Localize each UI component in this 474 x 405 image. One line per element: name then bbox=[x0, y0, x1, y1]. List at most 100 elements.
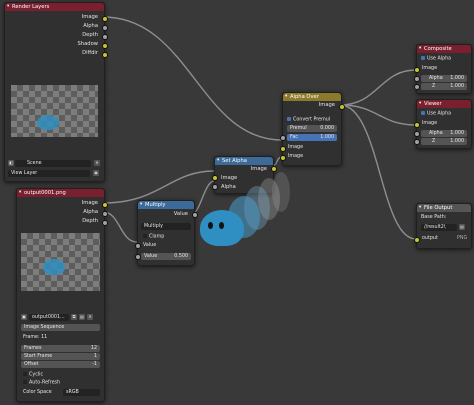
socket-out-alpha[interactable] bbox=[102, 25, 108, 31]
render-layers-node[interactable]: ▾ Render Layers Image Alpha Depth Shadow… bbox=[4, 2, 108, 182]
view-layer-field[interactable]: View Layer bbox=[8, 170, 90, 177]
base-path-field[interactable]: //result2\ bbox=[421, 224, 457, 231]
viewer-node[interactable]: ▾ Viewer Use Alpha Image Alpha 1.000 Z 1… bbox=[414, 99, 472, 149]
image-node[interactable]: ▾ output0001.png Image Alpha Depth ▣ out… bbox=[16, 188, 108, 402]
auto-refresh-checkbox[interactable]: Auto-Refresh bbox=[23, 380, 60, 386]
socket-out-image[interactable] bbox=[339, 104, 345, 110]
collapse-arrow-icon[interactable]: ▾ bbox=[19, 189, 21, 197]
output-image: Image bbox=[81, 200, 98, 206]
color-space-select[interactable]: sRGB bbox=[63, 389, 100, 396]
frames-field[interactable]: Frames 12 bbox=[21, 345, 100, 352]
image-browse-icon[interactable]: ▣ bbox=[21, 314, 27, 320]
collapse-arrow-icon[interactable]: ▾ bbox=[217, 157, 219, 165]
socket-in-alpha[interactable] bbox=[414, 76, 420, 82]
frames-value: 12 bbox=[90, 346, 97, 351]
image-node-title: output0001.png bbox=[24, 190, 66, 196]
clamp-check-icon[interactable] bbox=[143, 234, 147, 238]
file-output-header[interactable]: ▾ File Output bbox=[417, 204, 471, 212]
alpha-over-input-image-1: Image bbox=[288, 145, 304, 150]
file-output-node[interactable]: ▾ File Output Base Path: //result2\ ▤ ou… bbox=[414, 203, 472, 249]
socket-out-depth[interactable] bbox=[102, 220, 108, 226]
multiply-node[interactable]: ▾ Multiply Value Multiply Clamp Value Va… bbox=[135, 200, 198, 266]
collapse-arrow-icon[interactable]: ▾ bbox=[7, 3, 9, 11]
premul-field[interactable]: Premul 0.000 bbox=[287, 125, 337, 132]
multiply-value-field[interactable]: Value 0.500 bbox=[141, 253, 191, 260]
viewer-alpha-field[interactable]: Alpha 1.000 bbox=[421, 130, 467, 137]
cyclic-checkbox[interactable]: Cyclic bbox=[23, 372, 43, 378]
scene-field[interactable]: Scene bbox=[15, 160, 91, 167]
socket-out-depth[interactable] bbox=[102, 34, 108, 40]
link-alphaover-fileoutput bbox=[339, 104, 417, 240]
composite-use-alpha[interactable]: Use Alpha bbox=[421, 56, 451, 62]
socket-in-value[interactable] bbox=[135, 243, 141, 249]
image-source-select[interactable]: Image Sequence bbox=[21, 324, 100, 331]
image-remove-icon[interactable]: ✕ bbox=[87, 314, 93, 320]
composite-node[interactable]: ▾ Composite Use Alpha Image Alpha 1.000 … bbox=[414, 44, 472, 94]
start-frame-label: Start Frame bbox=[24, 354, 53, 359]
viewer-alpha-value: 1.000 bbox=[450, 131, 464, 136]
socket-in-fac[interactable] bbox=[280, 135, 286, 141]
collapse-arrow-icon[interactable]: ▾ bbox=[140, 201, 142, 209]
use-alpha-label: Use Alpha bbox=[427, 111, 452, 117]
collapse-arrow-icon[interactable]: ▾ bbox=[419, 45, 421, 53]
slime-eye-left bbox=[208, 222, 213, 229]
collapse-arrow-icon[interactable]: ▾ bbox=[419, 204, 421, 212]
socket-out-alpha[interactable] bbox=[102, 211, 108, 217]
render-icon[interactable]: ◉ bbox=[93, 170, 99, 176]
socket-in-alpha[interactable] bbox=[414, 131, 420, 137]
socket-in-image[interactable] bbox=[414, 122, 420, 128]
socket-out-diffdir[interactable] bbox=[102, 52, 108, 58]
convert-premul-checkbox[interactable]: Convert Premul bbox=[287, 117, 330, 123]
render-layers-header[interactable]: ▾ Render Layers bbox=[5, 3, 104, 11]
start-frame-field[interactable]: Start Frame 1 bbox=[21, 353, 100, 360]
composite-header[interactable]: ▾ Composite bbox=[417, 45, 471, 53]
socket-out-image[interactable] bbox=[102, 202, 108, 208]
image-node-header[interactable]: ▾ output0001.png bbox=[17, 189, 104, 197]
socket-in-image[interactable] bbox=[414, 67, 420, 73]
use-alpha-check-icon[interactable] bbox=[421, 111, 425, 115]
alpha-over-node[interactable]: ▾ Alpha Over Image Convert Premul Premul… bbox=[280, 92, 345, 166]
folder-icon[interactable]: ▤ bbox=[459, 224, 465, 230]
socket-in-image-2[interactable] bbox=[280, 155, 286, 161]
collapse-arrow-icon[interactable]: ▾ bbox=[285, 93, 287, 101]
cyclic-check-icon[interactable] bbox=[23, 372, 27, 376]
convert-premul-check-icon[interactable] bbox=[287, 117, 291, 121]
offset-field[interactable]: Offset -1 bbox=[21, 361, 100, 368]
fac-value: 1.000 bbox=[320, 135, 334, 140]
socket-out-shadow[interactable] bbox=[102, 43, 108, 49]
socket-in-z[interactable] bbox=[414, 139, 420, 145]
viewer-z-field[interactable]: Z 1.000 bbox=[421, 138, 467, 145]
premul-label: Premul bbox=[290, 126, 307, 131]
image-folder-icon[interactable]: ▤ bbox=[79, 314, 85, 320]
multiply-header[interactable]: ▾ Multiply bbox=[138, 201, 194, 209]
fac-field[interactable]: Fac 1.000 bbox=[287, 134, 337, 141]
collapse-arrow-icon[interactable]: ▾ bbox=[419, 100, 421, 108]
math-operation-select[interactable]: Multiply bbox=[141, 223, 191, 230]
socket-in-image-1[interactable] bbox=[280, 146, 286, 152]
image-file-field[interactable]: output0001... bbox=[29, 314, 69, 321]
socket-in-z[interactable] bbox=[414, 84, 420, 90]
socket-in-output[interactable] bbox=[414, 237, 420, 243]
image-copy-icon[interactable]: ⧉ bbox=[71, 314, 77, 320]
link-alpha-multiply bbox=[102, 211, 138, 243]
use-alpha-check-icon[interactable] bbox=[421, 56, 425, 60]
composite-z-field[interactable]: Z 1.000 bbox=[421, 83, 467, 90]
viewer-use-alpha[interactable]: Use Alpha bbox=[421, 111, 451, 117]
render-preview bbox=[11, 85, 98, 137]
viewer-header[interactable]: ▾ Viewer bbox=[417, 100, 471, 108]
output-image: Image bbox=[81, 14, 98, 20]
socket-in-value-2[interactable] bbox=[135, 254, 141, 260]
start-frame-value: 1 bbox=[93, 354, 97, 359]
output-alpha: Alpha bbox=[83, 209, 98, 215]
set-alpha-header[interactable]: ▾ Set Alpha bbox=[215, 157, 273, 165]
clamp-checkbox[interactable]: Clamp bbox=[143, 234, 164, 240]
composite-alpha-field[interactable]: Alpha 1.000 bbox=[421, 75, 467, 82]
set-alpha-title: Set Alpha bbox=[222, 158, 247, 164]
scene-remove-icon[interactable]: ✕ bbox=[94, 160, 100, 166]
alpha-over-input-image-2: Image bbox=[288, 154, 304, 159]
viewer-z-value: 1.000 bbox=[450, 139, 464, 144]
socket-out-image[interactable] bbox=[102, 16, 108, 22]
alpha-over-header[interactable]: ▾ Alpha Over bbox=[283, 93, 341, 101]
auto-refresh-check-icon[interactable] bbox=[23, 380, 27, 384]
output-depth: Depth bbox=[82, 32, 98, 38]
